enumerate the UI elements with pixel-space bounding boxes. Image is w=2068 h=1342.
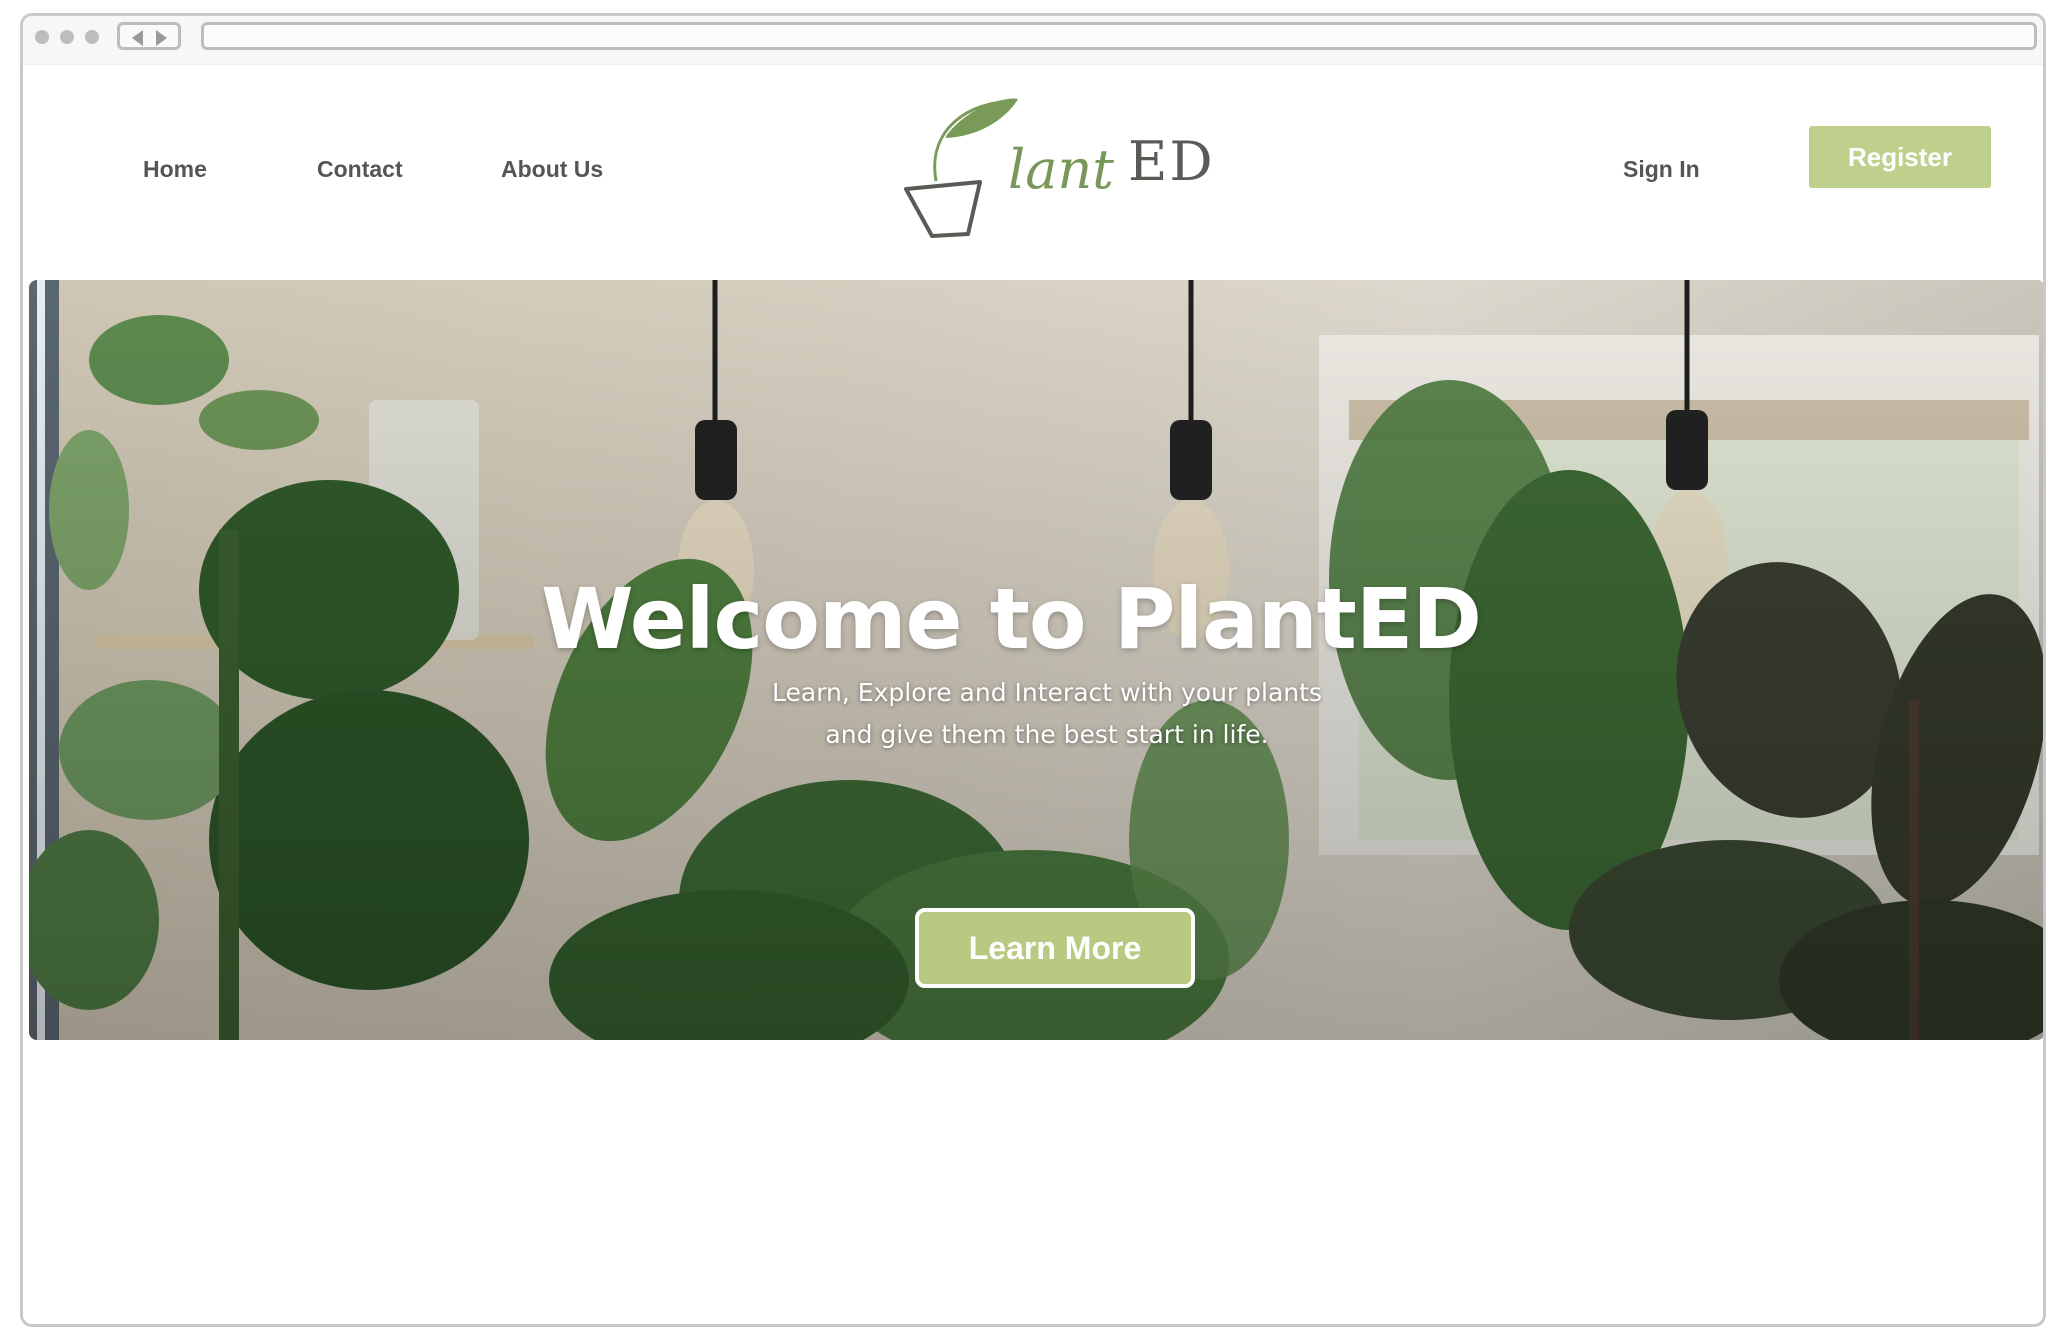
sign-in-link[interactable]: Sign In bbox=[1623, 156, 1700, 183]
hero-banner: Welcome to PlantED Learn, Explore and In… bbox=[29, 280, 2043, 1040]
register-button[interactable]: Register bbox=[1809, 126, 1991, 188]
window-maximize-dot[interactable] bbox=[85, 30, 99, 44]
hero-subtitle-line-1: Learn, Explore and Interact with your pl… bbox=[772, 678, 1322, 707]
nav-link-about-us[interactable]: About Us bbox=[501, 156, 603, 183]
planted-logo[interactable]: lant ED bbox=[898, 96, 1258, 246]
chevron-right-icon[interactable] bbox=[156, 30, 167, 46]
browser-toolbar bbox=[23, 16, 2043, 65]
hero-subtitle-line-2: and give them the best start in life. bbox=[825, 720, 1269, 749]
address-bar[interactable] bbox=[201, 22, 2037, 50]
hero-subtitle: Learn, Explore and Interact with your pl… bbox=[747, 672, 1347, 756]
history-navigation bbox=[117, 22, 181, 50]
pot-icon bbox=[904, 180, 982, 238]
logo-script-text: lant bbox=[1008, 138, 1114, 201]
chevron-left-icon[interactable] bbox=[132, 30, 143, 46]
nav-link-contact[interactable]: Contact bbox=[317, 156, 403, 183]
learn-more-button[interactable]: Learn More bbox=[915, 908, 1195, 988]
nav-link-home[interactable]: Home bbox=[143, 156, 207, 183]
window-minimize-dot[interactable] bbox=[60, 30, 74, 44]
window-close-dot[interactable] bbox=[35, 30, 49, 44]
hero-title: Welcome to PlantED bbox=[541, 570, 1482, 668]
logo-serif-text: ED bbox=[1128, 130, 1215, 193]
browser-window: Home Contact About Us lant ED Sign In Re… bbox=[20, 13, 2046, 1327]
